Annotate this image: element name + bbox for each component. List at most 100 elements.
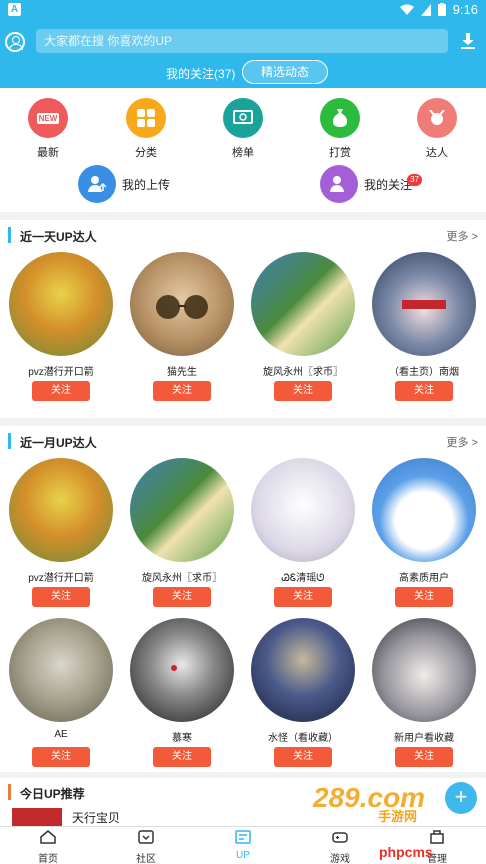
watermark-sub: 手游网	[378, 809, 418, 824]
gamepad-icon	[332, 832, 348, 843]
avatar[interactable]	[9, 618, 113, 722]
home-icon	[40, 830, 56, 844]
up-name: 慕寒	[172, 733, 192, 744]
grid-icon	[126, 98, 166, 138]
more-link[interactable]: 更多 >	[447, 228, 478, 244]
community-icon	[138, 830, 154, 844]
manage-icon	[430, 830, 444, 844]
avatar[interactable]	[372, 252, 476, 356]
follow-button[interactable]: 关注	[32, 587, 90, 607]
expert-icon	[417, 98, 457, 138]
tab-community[interactable]: 社区	[119, 830, 173, 864]
follow-button[interactable]: 关注	[153, 747, 211, 767]
avatar[interactable]	[251, 618, 355, 722]
tab-label: 首页	[38, 854, 58, 864]
my-follows-button[interactable]: 我的关注 37	[320, 165, 423, 203]
avatar[interactable]	[251, 458, 355, 562]
watermark-site: phpcms	[379, 844, 433, 860]
follow-button[interactable]: 关注	[395, 381, 453, 401]
category-label: 分类	[135, 147, 157, 159]
upload-user-icon	[78, 165, 116, 203]
category-label: 打赏	[329, 147, 351, 159]
my-follow-count[interactable]: 我的关注(37)	[166, 65, 235, 82]
section-month-up: 近一月UP达人 更多 > pvz潜行开口箭 关注 旋风永州〖求币〗 关注 ᏊᏋ清…	[0, 426, 486, 772]
up-name: 旋风永州〖求币〗	[142, 573, 222, 584]
tab-games[interactable]: 游戏	[313, 830, 367, 864]
category-grid: NEW 最新 分类 榜单 打赏 达人 我的上传 我的关注 37	[0, 88, 486, 212]
up-card[interactable]: 旋风永州〖求币〗 关注	[127, 458, 237, 607]
up-card[interactable]: AE 关注	[6, 618, 116, 767]
up-name: 水怪（看收藏）	[268, 733, 338, 744]
my-follows-label: 我的关注	[364, 177, 413, 192]
up-name: 旋风永州〖求币〗	[263, 367, 343, 378]
category-classify[interactable]: 分类	[116, 98, 176, 160]
follow-button[interactable]: 关注	[274, 381, 332, 401]
my-uploads-button[interactable]: 我的上传	[78, 165, 170, 203]
avatar[interactable]	[9, 458, 113, 562]
top-header: 大家都在搜 你喜欢的UP 我的关注(37) 精选动态	[0, 20, 486, 88]
avatar[interactable]	[372, 458, 476, 562]
up-card[interactable]: 新用户看收藏 关注	[369, 618, 479, 767]
avatar[interactable]	[130, 458, 234, 562]
item-thumbnail[interactable]	[12, 808, 62, 826]
follow-button[interactable]: 关注	[395, 747, 453, 767]
avatar[interactable]	[130, 252, 234, 356]
up-card[interactable]: pvz潜行开口箭 关注	[6, 252, 116, 401]
category-latest[interactable]: NEW 最新	[18, 98, 78, 160]
category-ranking[interactable]: 榜单	[213, 98, 273, 160]
more-link[interactable]: 更多 >	[447, 434, 478, 450]
download-icon[interactable]	[461, 33, 475, 49]
category-reward[interactable]: 打赏	[310, 98, 370, 160]
certificate-icon	[223, 98, 263, 138]
follow-button[interactable]: 关注	[274, 747, 332, 767]
up-name: （看主页）南烟	[389, 367, 459, 378]
follow-user-icon	[320, 165, 358, 203]
up-name: pvz潜行开口箭	[28, 367, 94, 378]
up-card[interactable]: ᏊᏋ清瑶ᘎ 关注	[248, 458, 358, 607]
tab-home[interactable]: 首页	[21, 830, 75, 864]
section-day-up: 近一天UP达人 更多 > pvz潜行开口箭 关注 猫先生 关注 旋风永州〖求币〗…	[0, 220, 486, 418]
tab-label: 社区	[136, 854, 156, 864]
up-card[interactable]: 水怪（看收藏） 关注	[248, 618, 358, 767]
user-icon[interactable]	[5, 32, 25, 52]
app-notification-icon: A	[8, 3, 21, 16]
up-card[interactable]: pvz潜行开口箭 关注	[6, 458, 116, 607]
category-expert[interactable]: 达人	[407, 98, 467, 160]
follow-button[interactable]: 关注	[32, 381, 90, 401]
avatar[interactable]	[130, 618, 234, 722]
item-title[interactable]: 天行宝贝	[72, 809, 120, 826]
section-accent-bar	[8, 784, 11, 800]
tab-up[interactable]: UP	[216, 830, 270, 861]
up-card[interactable]: 旋风永州〖求币〗 关注	[248, 252, 358, 401]
add-fab[interactable]: +	[445, 782, 477, 814]
battery-icon	[437, 3, 446, 16]
new-icon: NEW	[28, 98, 68, 138]
moneybag-icon	[320, 98, 360, 138]
section-accent-bar	[8, 433, 11, 449]
up-name: 高素质用户	[399, 573, 449, 584]
up-card[interactable]: （看主页）南烟 关注	[369, 252, 479, 401]
search-input[interactable]: 大家都在搜 你喜欢的UP	[36, 29, 448, 53]
up-card[interactable]: 慕寒 关注	[127, 618, 237, 767]
tab-label: UP	[236, 850, 250, 861]
category-label: 达人	[426, 147, 448, 159]
section-accent-bar	[8, 227, 11, 243]
avatar[interactable]	[9, 252, 113, 356]
avatar[interactable]	[372, 618, 476, 722]
section-header: 近一月UP达人 更多 >	[0, 426, 486, 456]
avatar[interactable]	[251, 252, 355, 356]
follow-button[interactable]: 关注	[32, 747, 90, 767]
up-card[interactable]: 高素质用户 关注	[369, 458, 479, 607]
follow-button[interactable]: 关注	[395, 587, 453, 607]
follow-button[interactable]: 关注	[153, 587, 211, 607]
picked-feed-button[interactable]: 精选动态	[242, 60, 328, 84]
tab-label: 游戏	[330, 854, 350, 864]
follow-button[interactable]: 关注	[274, 587, 332, 607]
section-title: 近一天UP达人	[20, 230, 97, 244]
section-title: 近一月UP达人	[20, 436, 97, 450]
up-card[interactable]: 猫先生 关注	[127, 252, 237, 401]
status-bar: A 9:16	[0, 0, 486, 20]
up-name: AE	[54, 729, 68, 740]
follow-button[interactable]: 关注	[153, 381, 211, 401]
follow-badge: 37	[407, 173, 423, 186]
